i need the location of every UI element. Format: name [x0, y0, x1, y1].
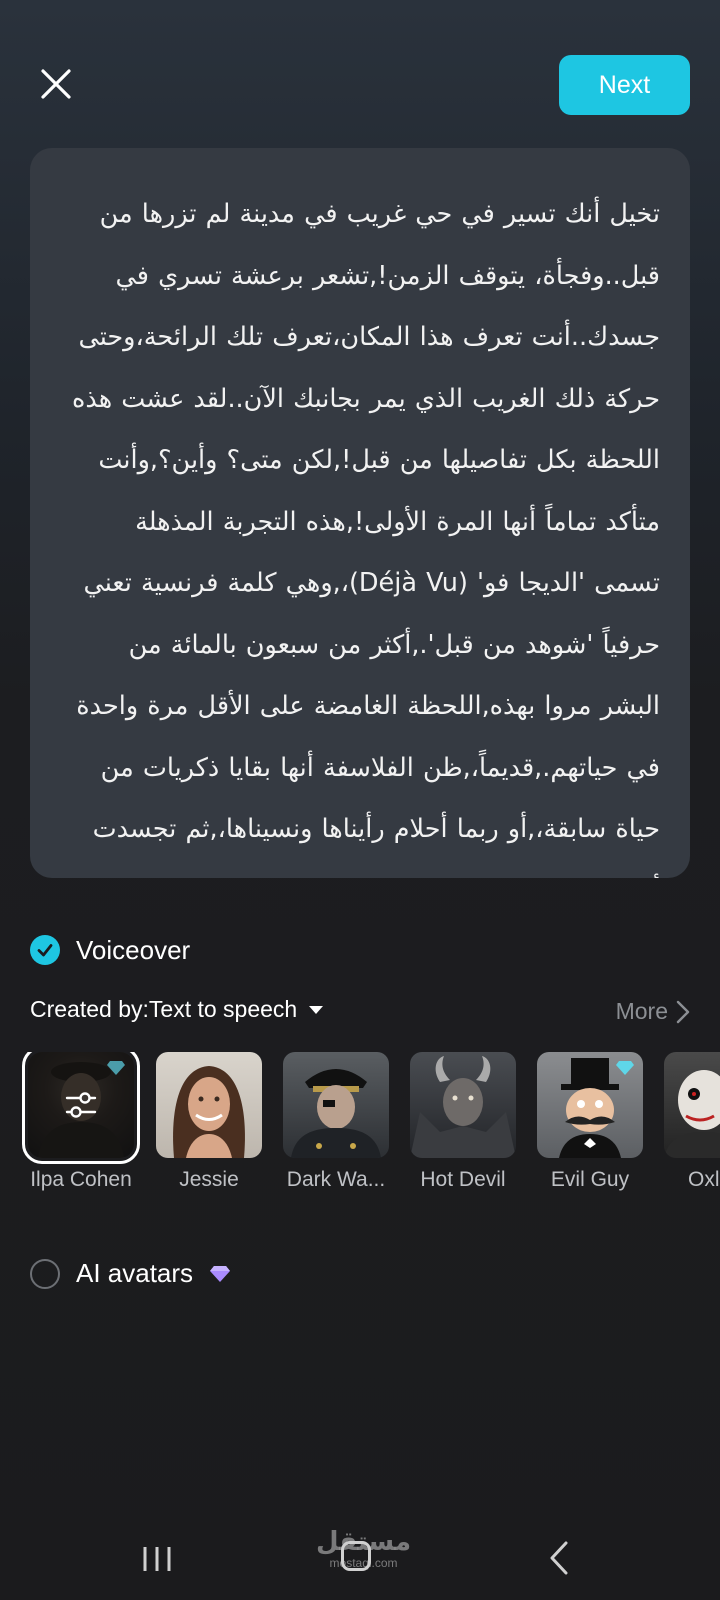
voiceover-label: Voiceover: [76, 934, 191, 965]
close-icon: [41, 69, 71, 99]
premium-diamond-icon: [107, 1061, 125, 1075]
voice-item-dark-warrior[interactable]: Dark Wa...: [283, 1052, 389, 1192]
check-icon: [37, 944, 53, 957]
voice-name: Jessie: [179, 1168, 239, 1191]
created-by-dropdown[interactable]: Created by:Text to speech: [30, 996, 324, 1023]
voice-name: Oxl: [688, 1168, 720, 1191]
portrait-icon: [173, 1066, 245, 1158]
portrait-icon: [410, 1056, 516, 1158]
voice-name: Evil Guy: [550, 1168, 630, 1191]
recent-apps-icon[interactable]: [142, 1545, 172, 1573]
voice-thumbnail: [410, 1052, 516, 1158]
adjust-settings-icon[interactable]: [61, 1085, 101, 1125]
voice-item-oxl[interactable]: Oxl: [664, 1052, 720, 1192]
portrait-icon: [664, 1070, 720, 1158]
voice-thumbnail: [156, 1052, 262, 1158]
created-by-label: Created by:Text to speech: [30, 996, 298, 1022]
voice-item-hot-devil[interactable]: Hot Devil: [410, 1052, 516, 1192]
voice-thumbnail: [22, 1052, 140, 1164]
premium-diamond-icon: [210, 1265, 231, 1282]
voiceover-checkbox[interactable]: [30, 935, 60, 965]
voice-item-evil-guy[interactable]: Evil Guy: [537, 1052, 643, 1192]
more-label: More: [615, 998, 668, 1024]
back-icon[interactable]: [548, 1541, 570, 1575]
ai-avatars-radio[interactable]: [30, 1258, 60, 1289]
close-button[interactable]: [36, 64, 76, 104]
voice-name: Hot Devil: [420, 1168, 506, 1191]
voice-thumbnail: [537, 1052, 643, 1158]
voice-item-ilpa-cohen[interactable]: Ilpa Cohen: [22, 1052, 140, 1192]
ai-avatars-option[interactable]: AI avatars: [30, 1258, 231, 1289]
voice-name: Dark Wa...: [286, 1168, 386, 1191]
voice-carousel[interactable]: Ilpa Cohen Jessie Dark Wa... Hot Devil E…: [0, 1052, 720, 1202]
next-button[interactable]: Next: [559, 55, 690, 115]
voice-thumbnail: [283, 1052, 389, 1158]
portrait-icon: [291, 1069, 381, 1158]
voice-item-jessie[interactable]: Jessie: [156, 1052, 262, 1192]
premium-diamond-icon: [616, 1061, 634, 1075]
voiceover-option[interactable]: Voiceover: [30, 930, 190, 970]
voice-thumbnail: [664, 1052, 720, 1158]
home-icon[interactable]: [341, 1541, 371, 1571]
ai-avatars-label: AI avatars: [76, 1258, 194, 1288]
script-text-card[interactable]: تخيل أنك تسير في حي غريب في مدينة لم تزر…: [30, 148, 690, 878]
caret-down-icon: [309, 1005, 324, 1014]
more-voices-link[interactable]: More: [616, 998, 690, 1025]
chevron-right-icon: [676, 1000, 690, 1023]
system-navigation-bar: [0, 1525, 720, 1585]
voice-name: Ilpa Cohen: [30, 1168, 132, 1191]
script-text[interactable]: تخيل أنك تسير في حي غريب في مدينة لم تزر…: [70, 184, 660, 878]
